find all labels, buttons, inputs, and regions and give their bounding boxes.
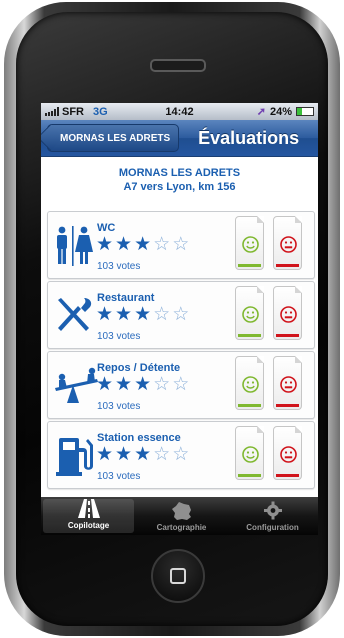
star-filled-icon: ★ bbox=[134, 374, 152, 395]
vote-count: 103 votes bbox=[97, 401, 141, 412]
rating-title: Repos / Détente bbox=[97, 362, 181, 374]
star-filled-icon: ★ bbox=[115, 234, 133, 255]
star-rating: ★ ★ ★ ☆ ☆ bbox=[96, 375, 189, 395]
star-empty-icon: ☆ bbox=[172, 304, 190, 325]
gear-icon bbox=[262, 501, 284, 523]
tab-configuration[interactable]: Configuration bbox=[227, 497, 318, 535]
star-empty-icon: ☆ bbox=[153, 444, 171, 465]
wc-icon bbox=[54, 226, 98, 266]
star-empty-icon: ☆ bbox=[153, 304, 171, 325]
star-filled-icon: ★ bbox=[115, 374, 133, 395]
earpiece-speaker bbox=[150, 59, 206, 72]
fuel-pump-icon bbox=[54, 436, 98, 476]
star-filled-icon: ★ bbox=[134, 234, 152, 255]
star-filled-icon: ★ bbox=[96, 444, 114, 465]
smiley-happy-icon bbox=[242, 446, 259, 463]
highway-icon bbox=[77, 499, 100, 521]
smiley-happy-icon bbox=[242, 376, 259, 393]
tab-bar: Copilotage Cartographie Configuration bbox=[41, 497, 318, 535]
star-rating: ★ ★ ★ ☆ ☆ bbox=[96, 235, 189, 255]
vote-good-button[interactable] bbox=[235, 286, 264, 340]
vote-count: 103 votes bbox=[97, 261, 141, 272]
vote-count: 103 votes bbox=[97, 331, 141, 342]
star-empty-icon: ☆ bbox=[153, 234, 171, 255]
smiley-happy-icon bbox=[242, 236, 259, 253]
vote-good-button[interactable] bbox=[235, 216, 264, 270]
smiley-sad-icon bbox=[280, 306, 297, 323]
vote-bad-button[interactable] bbox=[273, 286, 302, 340]
star-filled-icon: ★ bbox=[115, 304, 133, 325]
back-button[interactable]: MORNAS LES ADRETS bbox=[47, 124, 180, 152]
page-title: Évaluations bbox=[198, 127, 300, 148]
navigation-bar: MORNAS LES ADRETS Évaluations bbox=[41, 120, 318, 157]
vote-good-button[interactable] bbox=[235, 356, 264, 410]
location-detail: A7 vers Lyon, km 156 bbox=[123, 181, 236, 193]
france-map-icon bbox=[171, 501, 193, 523]
star-empty-icon: ☆ bbox=[172, 374, 190, 395]
smiley-sad-icon bbox=[280, 236, 297, 253]
star-rating: ★ ★ ★ ☆ ☆ bbox=[96, 445, 189, 465]
vote-count: 103 votes bbox=[97, 471, 141, 482]
star-empty-icon: ☆ bbox=[172, 234, 190, 255]
star-filled-icon: ★ bbox=[96, 304, 114, 325]
vote-bad-button[interactable] bbox=[273, 426, 302, 480]
status-time: 14:42 bbox=[165, 105, 194, 118]
star-empty-icon: ☆ bbox=[153, 374, 171, 395]
home-square-icon bbox=[170, 568, 186, 584]
vote-bad-button[interactable] bbox=[273, 356, 302, 410]
star-empty-icon: ☆ bbox=[172, 444, 190, 465]
rating-row: Station essence ★ ★ ★ ☆ ☆ 103 votes bbox=[47, 421, 315, 489]
rating-title: Restaurant bbox=[97, 292, 155, 304]
star-filled-icon: ★ bbox=[96, 234, 114, 255]
status-bar: SFR 3G 14:42 ➚ 24% bbox=[41, 103, 318, 120]
smiley-happy-icon bbox=[242, 306, 259, 323]
rating-row: Restaurant ★ ★ ★ ☆ ☆ 103 votes bbox=[47, 281, 315, 349]
star-filled-icon: ★ bbox=[134, 304, 152, 325]
tab-cartographie[interactable]: Cartographie bbox=[136, 497, 227, 535]
tab-label: Copilotage bbox=[67, 521, 110, 530]
vote-good-button[interactable] bbox=[235, 426, 264, 480]
tab-copilotage[interactable]: Copilotage bbox=[43, 499, 134, 533]
home-button[interactable] bbox=[151, 549, 205, 603]
location-header: MORNAS LES ADRETS A7 vers Lyon, km 156 bbox=[41, 157, 318, 194]
vote-bad-button[interactable] bbox=[273, 216, 302, 270]
star-filled-icon: ★ bbox=[134, 444, 152, 465]
rating-title: WC bbox=[97, 222, 116, 234]
back-button-label: MORNAS LES ADRETS bbox=[60, 132, 171, 144]
fork-knife-icon bbox=[54, 296, 98, 334]
star-filled-icon: ★ bbox=[96, 374, 114, 395]
rating-row: Repos / Détente ★ ★ ★ ☆ ☆ 103 votes bbox=[47, 351, 315, 419]
smiley-sad-icon bbox=[280, 376, 297, 393]
star-filled-icon: ★ bbox=[115, 444, 133, 465]
tab-label: Cartographie bbox=[156, 523, 207, 532]
app-screen: SFR 3G 14:42 ➚ 24% MORNAS LES ADRETS Éva… bbox=[41, 103, 318, 535]
rating-row: WC ★ ★ ★ ☆ ☆ 103 votes bbox=[47, 211, 315, 279]
tab-label: Configuration bbox=[246, 523, 299, 532]
seesaw-icon bbox=[54, 366, 98, 404]
star-rating: ★ ★ ★ ☆ ☆ bbox=[96, 305, 189, 325]
location-name: MORNAS LES ADRETS bbox=[118, 167, 241, 179]
smiley-sad-icon bbox=[280, 446, 297, 463]
battery-icon bbox=[296, 107, 314, 116]
rating-title: Station essence bbox=[97, 432, 181, 444]
